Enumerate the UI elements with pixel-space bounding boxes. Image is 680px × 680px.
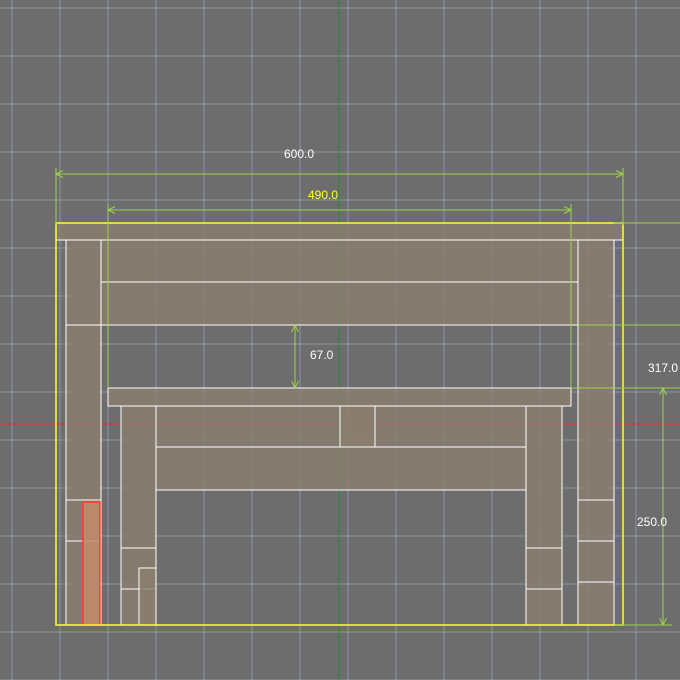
right-post[interactable] (577, 239, 615, 626)
top-rail[interactable] (55, 222, 624, 241)
dim-label-inner-width: 490.0 (308, 188, 338, 202)
table-top[interactable] (107, 387, 572, 407)
left-leg-notch (138, 567, 157, 626)
table-right-leg[interactable] (525, 405, 563, 626)
dim-label-right-height: 317.0 (648, 361, 678, 375)
dim-label-overall-width: 600.0 (284, 147, 314, 161)
back-panel-lower[interactable] (100, 281, 579, 326)
highlighted-part[interactable] (82, 501, 101, 626)
dim-label-gap-height: 67.0 (310, 348, 334, 362)
table-stretcher[interactable] (155, 446, 527, 491)
table-apron-block[interactable] (339, 405, 376, 448)
dim-label-table-height: 250.0 (637, 515, 667, 529)
back-panel[interactable] (100, 239, 579, 283)
cad-viewport[interactable]: 600.0 490.0 67.0 317.0 250.0 (0, 0, 680, 680)
